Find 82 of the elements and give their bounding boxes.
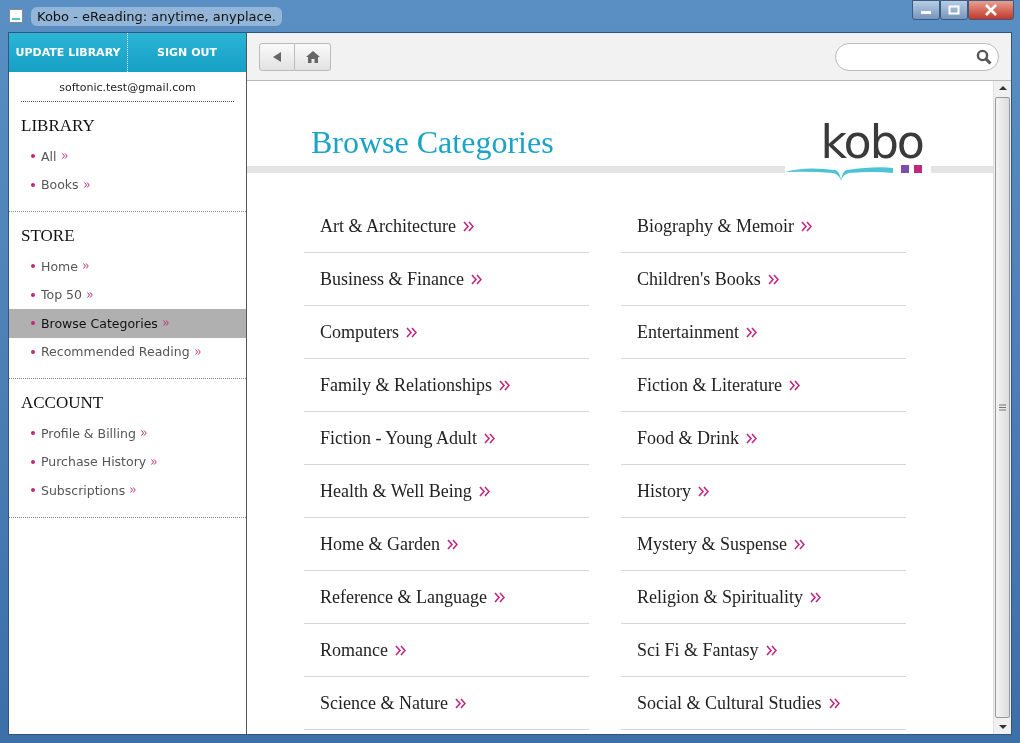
double-chevron-icon — [446, 538, 458, 550]
category-link[interactable]: Fiction - Young Adult — [304, 412, 589, 465]
scroll-down-icon — [998, 724, 1007, 730]
category-link[interactable]: Home & Garden — [304, 518, 589, 571]
double-chevron-icon — [83, 181, 90, 188]
sidebar-item[interactable]: Browse Categories — [9, 309, 246, 338]
double-chevron-icon — [801, 220, 812, 232]
category-link[interactable]: Health & Well Being — [304, 465, 589, 518]
category-link[interactable]: Children's Books — [621, 253, 906, 306]
home-icon — [305, 50, 320, 63]
double-chevron-icon — [82, 263, 89, 270]
double-chevron-icon — [140, 430, 147, 437]
category-link[interactable]: History — [621, 465, 906, 518]
double-chevron-icon — [194, 348, 201, 355]
section-heading: ACCOUNT — [20, 393, 105, 413]
sidebar-item[interactable]: Recommended Reading — [9, 337, 246, 366]
category-link[interactable]: Biography & Memoir — [621, 200, 906, 253]
search-icon — [976, 48, 992, 65]
scrollbar-thumb[interactable] — [995, 97, 1010, 718]
scroll-up-icon — [998, 85, 1007, 91]
double-chevron-icon — [471, 273, 482, 285]
back-icon — [272, 50, 282, 63]
category-link[interactable]: Computers — [304, 306, 589, 359]
maximize-button[interactable] — [940, 0, 968, 20]
double-chevron-icon — [810, 591, 821, 603]
double-chevron-icon — [788, 379, 800, 391]
section-heading: STORE — [20, 226, 76, 246]
category-link[interactable]: Science & Nature — [304, 677, 589, 730]
sidebar-item[interactable]: Profile & Billing — [9, 419, 246, 448]
double-chevron-icon — [454, 697, 466, 709]
sidebar-item[interactable]: Home — [9, 252, 246, 281]
category-link[interactable]: Entertainment — [621, 306, 906, 359]
category-link[interactable]: Religion & Spirituality — [621, 571, 906, 624]
category-link[interactable]: Social & Cultural Studies — [621, 677, 906, 730]
category-link[interactable]: Family & Relationships — [304, 359, 589, 412]
double-chevron-icon — [395, 644, 406, 656]
sidebar-item[interactable]: Subscriptions — [9, 476, 246, 505]
home-button[interactable] — [295, 42, 331, 71]
double-chevron-icon — [493, 591, 505, 603]
category-link[interactable]: Sci Fi & Fantasy — [621, 624, 906, 677]
sidebar-item[interactable]: Books — [9, 170, 246, 199]
category-link[interactable]: Romance — [304, 624, 589, 677]
search-field[interactable] — [835, 42, 999, 71]
minimize-button[interactable] — [912, 0, 940, 20]
double-chevron-icon — [794, 538, 805, 550]
app-icon — [9, 9, 23, 23]
double-chevron-icon — [745, 326, 757, 338]
category-link[interactable]: Food & Drink — [621, 412, 906, 465]
double-chevron-icon — [151, 458, 158, 465]
category-link[interactable]: Mystery & Suspense — [621, 518, 906, 571]
page-title: Browse Categories — [311, 124, 554, 161]
double-chevron-icon — [828, 697, 840, 709]
sidebar-item[interactable]: Purchase History — [9, 447, 246, 476]
section-heading: LIBRARY — [20, 116, 96, 136]
double-chevron-icon — [765, 644, 777, 656]
double-chevron-icon — [130, 487, 137, 494]
sidebar-item[interactable]: Top 50 — [9, 280, 246, 309]
maximize-icon — [948, 5, 960, 15]
double-chevron-icon — [61, 153, 68, 160]
category-link[interactable]: Reference & Language — [304, 571, 589, 624]
window-title: Kobo - eReading: anytime, anyplace. — [31, 6, 282, 26]
double-chevron-icon — [698, 485, 709, 497]
category-link[interactable]: Fiction & Literature — [621, 359, 906, 412]
double-chevron-icon — [478, 485, 490, 497]
sidebar-item[interactable]: All — [9, 142, 246, 171]
double-chevron-icon — [87, 291, 93, 298]
double-chevron-icon — [767, 273, 779, 285]
double-chevron-icon — [484, 432, 496, 444]
double-chevron-icon — [499, 379, 510, 391]
grip-icon — [999, 404, 1006, 411]
double-chevron-icon — [746, 432, 757, 444]
close-button[interactable] — [968, 0, 1014, 20]
kobo-logo: kobo — [820, 119, 923, 165]
category-link[interactable]: Art & Architecture — [304, 200, 589, 253]
double-chevron-icon — [462, 220, 474, 232]
back-button[interactable] — [259, 42, 295, 71]
close-icon — [984, 4, 998, 16]
double-chevron-icon — [162, 320, 169, 327]
category-link[interactable]: Business & Finance — [304, 253, 589, 306]
double-chevron-icon — [406, 326, 417, 338]
squares-icon — [901, 165, 923, 173]
account-email: softonic.test@gmail.com — [21, 72, 234, 102]
